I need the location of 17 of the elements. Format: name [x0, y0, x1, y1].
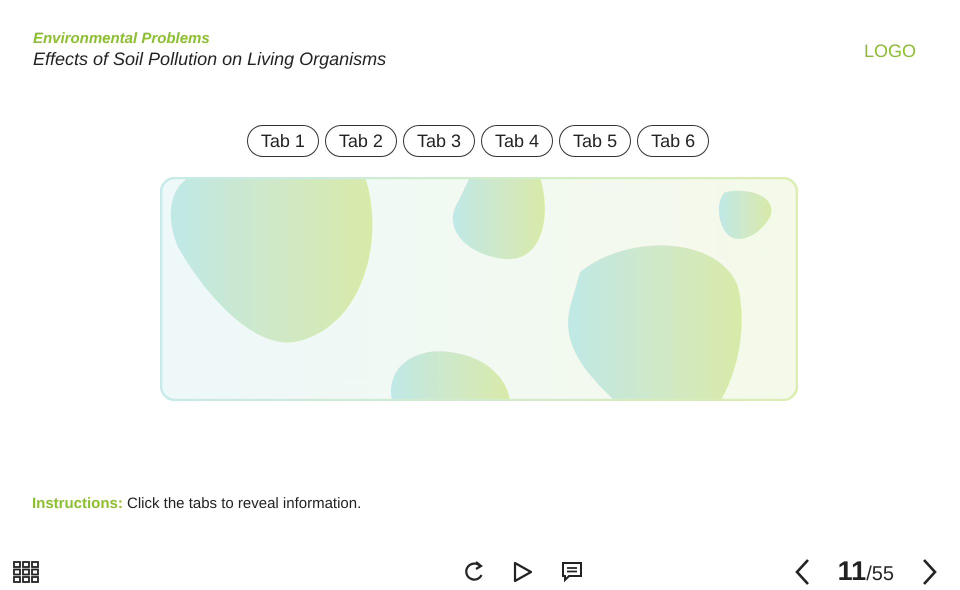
tab[interactable]: Tab 3 — [402, 125, 475, 157]
menu-grid-icon[interactable] — [13, 560, 39, 582]
previous-icon[interactable] — [794, 558, 810, 586]
section-title: Environmental Problems — [33, 30, 211, 48]
tab[interactable]: Tab 1 — [246, 125, 319, 157]
page-counter: 11/55 — [838, 556, 894, 587]
comment-icon[interactable] — [561, 560, 583, 582]
instructions-text: Instructions: Click the tabs to reveal information. — [31, 494, 362, 514]
play-icon[interactable] — [513, 560, 533, 582]
tab[interactable]: Tab 4 — [481, 125, 554, 157]
replay-icon[interactable] — [463, 560, 485, 584]
slide-title: Effects of Soil Pollution on Living Organisms — [33, 48, 386, 70]
logo: LOGO — [864, 40, 916, 63]
tab[interactable]: Tab 6 — [637, 125, 710, 157]
tab[interactable]: Tab 5 — [559, 125, 632, 157]
tab[interactable]: Tab 2 — [324, 125, 397, 157]
next-icon[interactable] — [922, 558, 938, 586]
